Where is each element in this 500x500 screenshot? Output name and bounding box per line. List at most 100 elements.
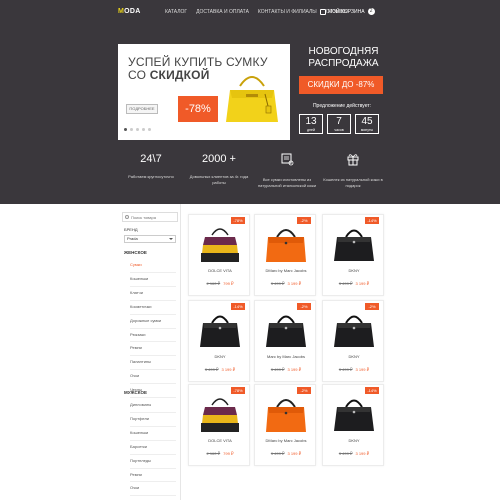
category-item[interactable]: Портфели bbox=[130, 413, 176, 427]
product-name[interactable]: DKNY bbox=[323, 354, 385, 359]
product-name[interactable]: DOLCE VITA bbox=[189, 268, 251, 273]
timer-value: 45 bbox=[361, 116, 373, 127]
category-item[interactable]: Косметички bbox=[130, 301, 176, 315]
old-price: 3 499 ₽ bbox=[270, 451, 285, 456]
timer-value: 7 bbox=[336, 116, 342, 127]
category-item[interactable]: Ремни bbox=[130, 469, 176, 483]
product-name[interactable]: DMarc by Marc Jacobs bbox=[255, 268, 317, 273]
slider-dot[interactable] bbox=[142, 128, 145, 131]
old-price: 3 499 ₽ bbox=[338, 281, 353, 286]
product-prices: 3 499 ₽3 199 ₽ bbox=[323, 451, 385, 456]
more-button[interactable]: ПОДРОБНЕЕ bbox=[126, 104, 158, 114]
black-bag-image[interactable] bbox=[333, 309, 375, 349]
product-name[interactable]: DMarc by Marc Jacobs bbox=[255, 438, 317, 443]
product-name[interactable]: DOLCE VITA bbox=[189, 438, 251, 443]
black-bag-image[interactable] bbox=[333, 393, 375, 433]
product-card[interactable]: -14% DKNY 3 499 ₽3 199 ₽ bbox=[188, 300, 250, 382]
slider-dot[interactable] bbox=[130, 128, 133, 131]
product-name[interactable]: DKNY bbox=[189, 354, 251, 359]
search-input[interactable] bbox=[131, 213, 177, 221]
category-item[interactable]: Кошельки bbox=[130, 273, 176, 287]
category-item[interactable]: Клатчи bbox=[130, 287, 176, 301]
logo-text: ODA bbox=[124, 8, 141, 15]
slider-dot[interactable] bbox=[124, 128, 127, 131]
discount-badge: -2% bbox=[365, 303, 379, 310]
new-price: 799 ₽ bbox=[223, 281, 234, 286]
category-item[interactable]: Портпледы bbox=[130, 455, 176, 469]
black-bag-image[interactable] bbox=[199, 309, 241, 349]
feature-headline: 2000 + bbox=[202, 153, 236, 165]
feature-headline: 24\7 bbox=[140, 153, 162, 165]
nav-catalog[interactable]: КАТАЛОГ bbox=[165, 9, 187, 15]
new-price: 3 199 ₽ bbox=[221, 367, 236, 372]
slider-dot[interactable] bbox=[148, 128, 151, 131]
product-prices: 2 160 ₽799 ₽ bbox=[189, 281, 251, 286]
product-name[interactable]: DKNY bbox=[323, 438, 385, 443]
new-price: 3 199 ₽ bbox=[287, 451, 302, 456]
product-card[interactable]: -2% DKNY 3 499 ₽3 199 ₽ bbox=[322, 300, 384, 382]
product-card[interactable]: -78% DOLCE VITA 2 160 ₽799 ₽ bbox=[188, 384, 250, 466]
cart-link[interactable]: МОЙ КОРЗИНА 2 bbox=[320, 8, 375, 15]
category-item[interactable]: Очки bbox=[130, 370, 176, 385]
slider-dots bbox=[124, 128, 151, 131]
new-price: 3 199 ₽ bbox=[355, 281, 370, 286]
category-item[interactable]: Барсетки bbox=[130, 441, 176, 455]
old-price: 2 160 ₽ bbox=[206, 281, 221, 286]
category-item[interactable]: Очки bbox=[130, 482, 176, 497]
nav-contacts[interactable]: КОНТАКТЫ И ФИЛИАЛЫ bbox=[258, 9, 317, 15]
old-price: 3 499 ₽ bbox=[270, 281, 285, 286]
product-card[interactable]: -2% Marc by Marc Jacobs 3 499 ₽3 199 ₽ bbox=[254, 300, 316, 382]
black-bag-image[interactable] bbox=[265, 309, 307, 349]
timer-unit: часов bbox=[334, 128, 344, 132]
category-item[interactable]: Дорожные сумки bbox=[130, 315, 176, 329]
old-price: 2 160 ₽ bbox=[206, 451, 221, 456]
discount-badge: -2% bbox=[297, 217, 311, 224]
men-category-list: Дипломаты Портфели Кошельки Барсетки Пор… bbox=[130, 399, 176, 497]
product-card[interactable]: -78% DOLCE VITA 2 160 ₽799 ₽ bbox=[188, 214, 250, 296]
discount-badge: -14% bbox=[231, 303, 245, 310]
new-price: 799 ₽ bbox=[223, 451, 234, 456]
cart-count-badge: 2 bbox=[367, 8, 375, 15]
search-icon bbox=[125, 215, 129, 219]
yellow-bag-image[interactable] bbox=[199, 223, 241, 263]
site-logo[interactable]: MODA bbox=[118, 8, 141, 15]
product-prices: 3 499 ₽3 199 ₽ bbox=[323, 281, 385, 286]
features-row: 24\7 Работаем круглосуточно 2000 + Довол… bbox=[118, 152, 384, 202]
slider-dot[interactable] bbox=[136, 128, 139, 131]
brand-select[interactable]: Prada bbox=[124, 235, 176, 243]
product-card[interactable]: -2% DMarc by Marc Jacobs 3 499 ₽3 199 ₽ bbox=[254, 214, 316, 296]
black-bag-image[interactable] bbox=[333, 223, 375, 263]
orange-bag-image[interactable] bbox=[265, 393, 307, 433]
hero-section: УСПЕЙ КУПИТЬ СУМКУ СО СКИДКОЙ ПОДРОБНЕЕ … bbox=[0, 26, 500, 204]
nav-delivery[interactable]: ДОСТАВКА И ОПЛАТА bbox=[196, 9, 249, 15]
discount-badge: -2% bbox=[297, 387, 311, 394]
yellow-bag-image[interactable] bbox=[199, 393, 241, 433]
category-item[interactable]: Палантины bbox=[130, 356, 176, 371]
category-item[interactable]: Ремни bbox=[130, 342, 176, 357]
timer-unit: минуты bbox=[360, 128, 374, 132]
banner-title-prefix: СО bbox=[128, 68, 147, 82]
banner-title-bold: СКИДКОЙ bbox=[149, 68, 210, 82]
category-item[interactable]: Дипломаты bbox=[130, 399, 176, 413]
product-card[interactable]: -14% DKNY 3 499 ₽3 199 ₽ bbox=[322, 214, 384, 296]
orange-bag-image[interactable] bbox=[265, 223, 307, 263]
category-item[interactable]: Кошельки bbox=[130, 427, 176, 441]
category-item-bags[interactable]: Сумки bbox=[130, 259, 176, 273]
product-name[interactable]: Marc by Marc Jacobs bbox=[255, 354, 317, 359]
women-category-list: Сумки Кошельки Клатчи Косметички Дорожны… bbox=[130, 259, 176, 399]
timer-minutes: 45 минуты bbox=[355, 114, 379, 134]
sidebar-divider bbox=[180, 204, 181, 500]
old-price: 3 499 ₽ bbox=[338, 451, 353, 456]
discount-badge: -14% bbox=[365, 387, 379, 394]
new-price: 3 199 ₽ bbox=[287, 281, 302, 286]
product-card[interactable]: -14% DKNY 3 499 ₽3 199 ₽ bbox=[322, 384, 384, 466]
brand-label: БРЕНД bbox=[124, 227, 138, 232]
product-name[interactable]: DKNY bbox=[323, 268, 385, 273]
sale-title-line1: НОВОГОДНЯЯ bbox=[308, 46, 379, 57]
sale-title-line2: РАСПРОДАЖА bbox=[308, 58, 379, 69]
product-prices: 3 499 ₽3 199 ₽ bbox=[189, 367, 251, 372]
discount-badge: -2% bbox=[297, 303, 311, 310]
feature-text: Работаем круглосуточно bbox=[128, 174, 174, 179]
category-item[interactable]: Рюкзаки bbox=[130, 329, 176, 343]
product-card[interactable]: -2% DMarc by Marc Jacobs 3 499 ₽3 199 ₽ bbox=[254, 384, 316, 466]
